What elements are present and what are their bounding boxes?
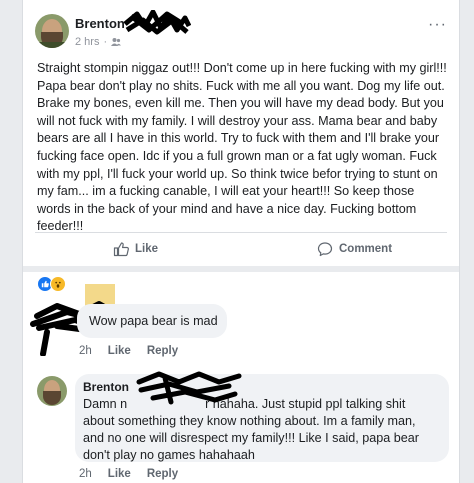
more-options-icon[interactable]: ··· [428,16,447,34]
reply-like-button[interactable]: Like [108,468,131,480]
comment-actions: 2h Like Reply [79,345,178,357]
like-label: Like [135,243,159,255]
comment-time[interactable]: 2h [79,345,92,357]
like-button[interactable]: Like [113,241,158,257]
post-meta: 2 hrs · [75,36,122,48]
reply-text-start: Damn n [83,397,128,411]
comment-reply-button[interactable]: Reply [147,345,178,357]
redaction-scribble [123,10,191,35]
meta-separator: · [103,36,108,48]
reply-time[interactable]: 2h [79,468,92,480]
comment-text: Wow papa bear is mad [89,314,218,328]
reply-author-avatar[interactable] [37,376,67,406]
author-avatar[interactable] [35,14,69,48]
post-card: Brenton 2 hrs · ··· Straight stompin nig… [22,0,460,483]
comment-like-button[interactable]: Like [108,345,131,357]
post-divider-top [35,232,447,233]
reply-reply-button[interactable]: Reply [147,468,178,480]
post-timestamp[interactable]: 2 hrs [75,36,99,48]
reply-bubble: Brenton Damn nr hahaha. Just stupid ppl … [75,374,449,462]
reply-author-name[interactable]: Brenton [83,380,129,394]
friends-icon [111,38,122,46]
comment-bubble: Wow papa bear is mad [77,304,227,338]
reaction-summary[interactable] [37,276,66,292]
post-header: Brenton 2 hrs · ··· [35,10,451,54]
reply-actions: 2h Like Reply [79,468,178,480]
redaction-scribble [136,371,242,405]
like-icon [113,242,129,257]
section-gap [23,266,459,272]
reply-text: Damn nr hahaha. Just stupid ppl talking … [83,396,439,464]
wow-reaction-icon [50,276,66,292]
comment-icon [317,242,333,257]
reply-text-rest: about something they know nothing about.… [83,414,420,462]
comment-button[interactable]: Comment [317,241,392,257]
post-author-name[interactable]: Brenton [75,16,125,31]
comment-label: Comment [339,243,393,255]
post-text: Straight stompin niggaz out!!! Don't com… [37,61,447,234]
